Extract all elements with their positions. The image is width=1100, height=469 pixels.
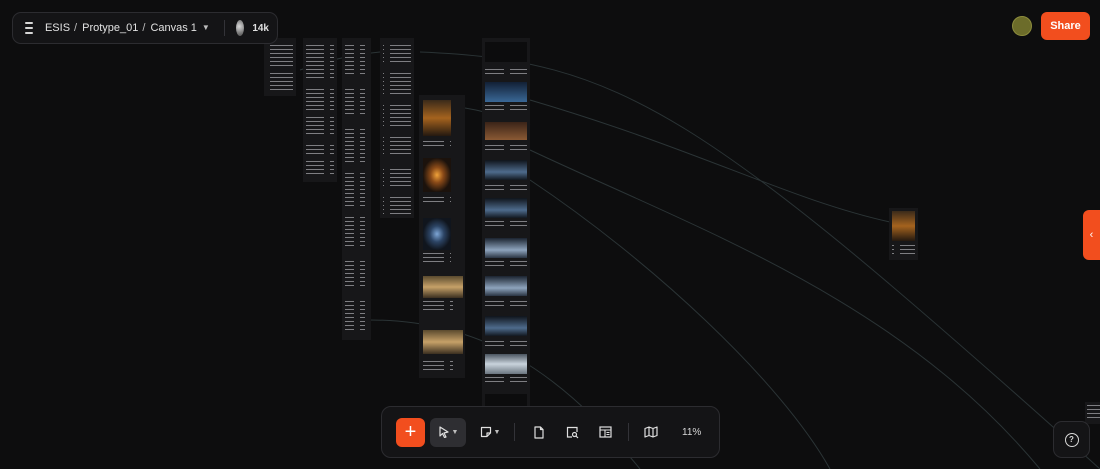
select-tool-button[interactable]: ▼ xyxy=(430,417,466,447)
pointer-cursor-icon xyxy=(438,426,449,438)
zoom-level[interactable]: 11% xyxy=(682,427,701,438)
minimap-tool-button[interactable] xyxy=(637,418,665,447)
document-tool-button[interactable] xyxy=(525,418,553,447)
add-button[interactable]: + xyxy=(396,417,425,447)
image-card-isolated[interactable] xyxy=(889,208,918,260)
map-icon xyxy=(644,426,658,438)
side-panel-toggle[interactable]: ‹ xyxy=(1083,210,1100,260)
collaborator-avatar[interactable] xyxy=(236,20,245,36)
hamburger-menu-icon[interactable] xyxy=(25,22,33,34)
help-button[interactable]: ? xyxy=(1053,421,1090,458)
canvas[interactable] xyxy=(0,0,1100,469)
image-search-icon xyxy=(566,426,578,438)
chevron-left-icon: ‹ xyxy=(1089,229,1094,241)
breadcrumb-project[interactable]: Protype_01 xyxy=(82,22,138,34)
help-circle-icon: ? xyxy=(1064,432,1079,447)
share-button[interactable]: Share xyxy=(1041,12,1090,40)
breadcrumb-canvas[interactable]: Canvas 1 ▼ xyxy=(150,22,209,34)
divider xyxy=(223,20,225,36)
image-search-tool-button[interactable] xyxy=(558,418,586,447)
text-card-offscreen[interactable] xyxy=(1085,402,1100,424)
breadcrumb-workspace[interactable]: ESIS xyxy=(45,22,70,34)
sticky-note-icon xyxy=(480,426,491,438)
text-card-column-4[interactable] xyxy=(380,38,414,218)
plus-icon: + xyxy=(404,421,417,443)
breadcrumb-separator: / xyxy=(142,22,146,34)
image-card-column-6[interactable] xyxy=(482,38,530,408)
document-icon xyxy=(534,425,544,439)
text-card-column-3[interactable] xyxy=(342,38,371,340)
divider xyxy=(514,423,515,441)
user-avatar[interactable] xyxy=(1012,16,1032,36)
chevron-down-icon: ▼ xyxy=(451,428,459,436)
canvas-name: Canvas 1 xyxy=(150,22,197,34)
collaborator-count: 14k xyxy=(252,22,269,34)
sticky-note-tool-button[interactable]: ▼ xyxy=(474,418,506,447)
text-card-column-1[interactable] xyxy=(264,38,296,96)
layout-template-icon xyxy=(598,426,612,438)
divider xyxy=(628,423,629,441)
breadcrumb-separator: / xyxy=(74,22,78,34)
bottom-toolbar: + ▼ ▼ 11% xyxy=(381,406,720,458)
layout-tool-button[interactable] xyxy=(591,418,619,447)
chevron-down-icon: ▼ xyxy=(493,428,501,436)
text-card-column-2[interactable] xyxy=(303,38,337,182)
top-bar: ESIS / Protype_01 / Canvas 1 ▼ 14k xyxy=(12,12,278,44)
image-card-column-5[interactable] xyxy=(419,95,465,378)
chevron-down-icon: ▼ xyxy=(201,23,210,32)
